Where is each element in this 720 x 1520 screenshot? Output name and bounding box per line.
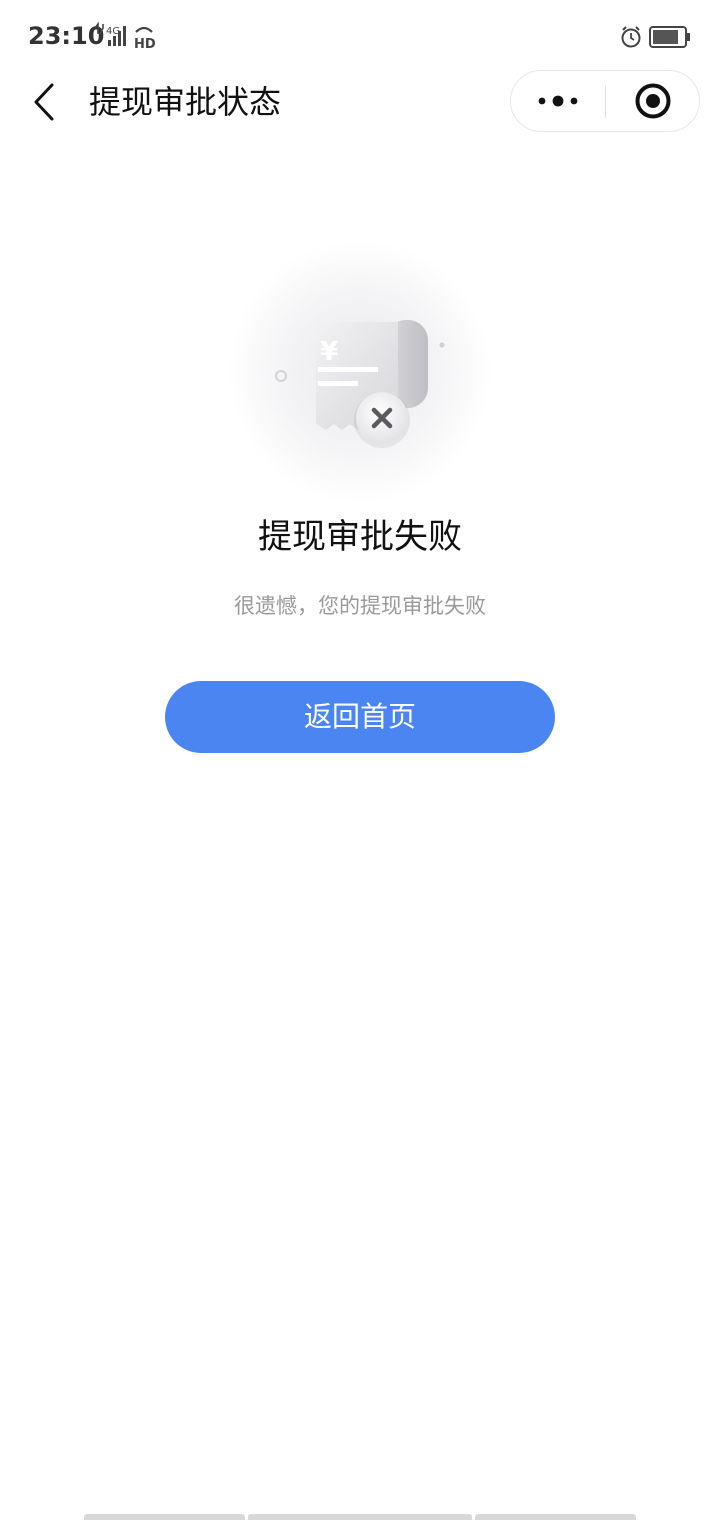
signal-icon: 4G HD <box>94 21 156 52</box>
yen-symbol: ¥ <box>320 337 338 367</box>
close-mini-program-button[interactable] <box>606 71 700 131</box>
more-button[interactable] <box>511 71 605 131</box>
page-title: 提现审批状态 <box>89 83 282 121</box>
result-title: 提现审批失败 <box>258 517 462 557</box>
home-indicator-center <box>248 1514 472 1520</box>
home-indicator-right <box>475 1514 636 1520</box>
back-to-home-button[interactable]: 返回首页 <box>165 681 555 753</box>
mini-program-capsule <box>510 70 700 132</box>
nav-bar: 提现审批状态 <box>0 68 720 136</box>
more-dots-icon <box>538 95 578 107</box>
hd-badge: HD <box>134 37 156 50</box>
failed-receipt-illustration: ¥ <box>228 240 492 504</box>
alarm-clock-icon <box>621 26 641 48</box>
status-icons-left: 4G HD <box>94 21 158 52</box>
back-button[interactable] <box>22 74 66 130</box>
result-description: 很遗憾，您的提现审批失败 <box>234 594 486 618</box>
status-bar: 23:10 4G HD <box>0 0 720 72</box>
receipt-failed-icon: ¥ <box>228 240 492 504</box>
chevron-left-icon <box>34 83 54 121</box>
home-indicator-left <box>84 1514 245 1520</box>
target-circle-icon <box>635 83 671 119</box>
status-time: 23:10 <box>28 22 105 50</box>
status-icons-right <box>620 24 692 50</box>
battery-icon <box>649 26 690 48</box>
